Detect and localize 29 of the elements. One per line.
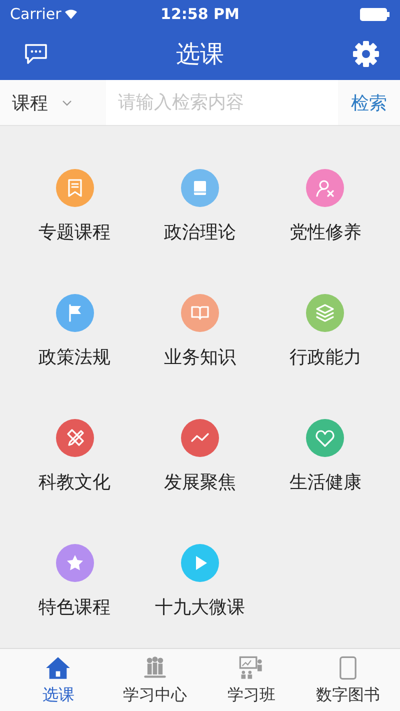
category-item[interactable]: 专题课程 (12, 126, 138, 251)
carrier-name: Carrier (10, 5, 62, 23)
category-item[interactable]: 行政能力 (262, 251, 388, 376)
people-icon (142, 654, 168, 680)
category-item[interactable]: 发展聚焦 (137, 376, 263, 501)
page-title: 选课 (176, 39, 224, 70)
tab-item[interactable]: 学习班 (203, 649, 300, 711)
category-item[interactable]: 业务知识 (137, 251, 263, 376)
category-item[interactable]: 特色课程 (12, 501, 138, 626)
category-dropdown[interactable]: 课程 (0, 80, 106, 125)
category-item[interactable]: 政策法规 (12, 251, 138, 376)
tab-item[interactable]: 学习中心 (106, 649, 203, 711)
chevron-icon (62, 100, 72, 106)
category-item[interactable]: 党性修养 (262, 126, 388, 251)
category-item[interactable]: 生活健康 (262, 376, 388, 501)
category-item[interactable]: 十九大微课 (137, 501, 263, 626)
category-item[interactable]: 科教文化 (12, 376, 138, 501)
status-time: 12:58 PM (160, 5, 240, 23)
settings-icon[interactable] (352, 40, 380, 68)
wifi-icon (65, 9, 78, 19)
category-item[interactable]: 政治理论 (137, 126, 263, 251)
battery-icon (360, 8, 390, 20)
tab-item[interactable]: 选课 (10, 649, 106, 711)
search-field[interactable]: 请输入检索内容 (106, 80, 338, 125)
home-icon (45, 654, 72, 680)
search-button[interactable]: 检索 (338, 80, 400, 125)
tab-item[interactable]: 数字图书 (300, 649, 396, 711)
chat-icon[interactable] (24, 43, 48, 65)
presentation-icon (238, 654, 264, 680)
